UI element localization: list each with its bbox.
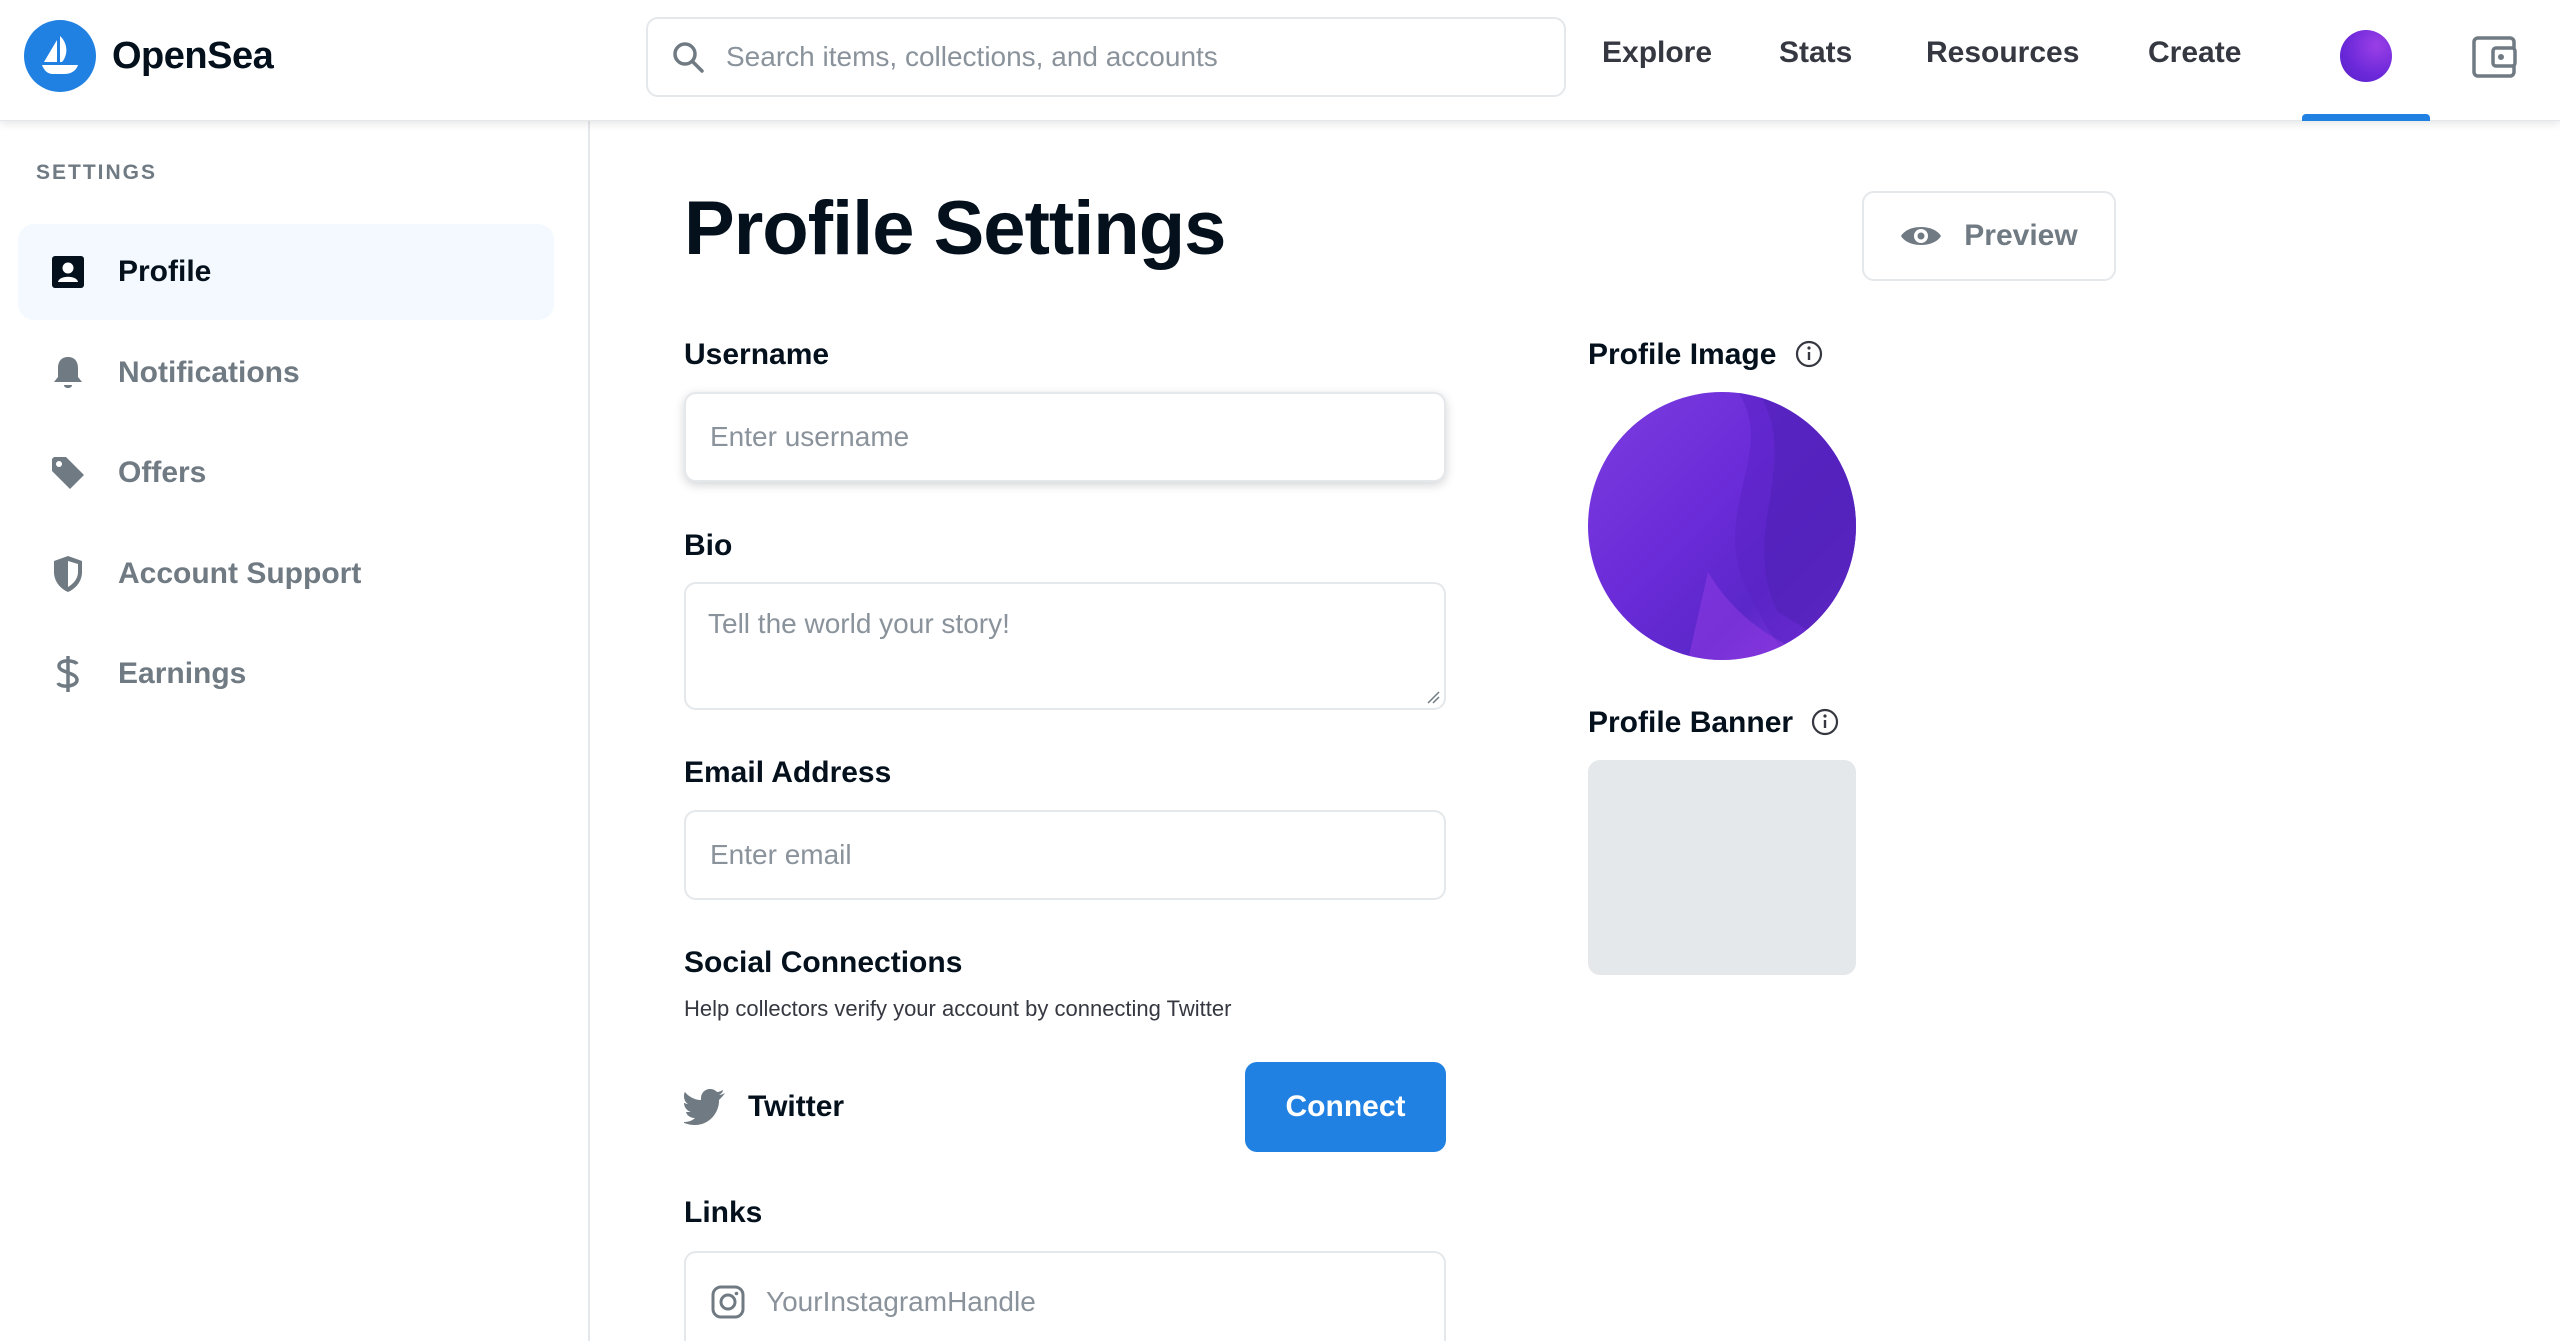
- resize-handle-icon[interactable]: [1426, 690, 1440, 704]
- page-title: Profile Settings: [684, 186, 1226, 271]
- opensea-logo[interactable]: OpenSea: [24, 20, 274, 92]
- links-label: Links: [684, 1196, 763, 1229]
- username-label: Username: [684, 338, 830, 371]
- profile-banner-label: Profile Banner: [1588, 706, 1839, 740]
- sidebar-item-account-support[interactable]: Account Support: [18, 526, 554, 622]
- top-navbar: OpenSea Explore Stats Resources Create: [0, 0, 2560, 121]
- nav-explore[interactable]: Explore: [1602, 36, 1712, 70]
- twitter-icon: [684, 1089, 726, 1125]
- search-icon: [668, 37, 708, 77]
- sidebar-item-notifications[interactable]: Notifications: [18, 325, 554, 421]
- sidebar-item-label: Notifications: [118, 356, 300, 389]
- profile-image-label: Profile Image: [1588, 338, 1823, 372]
- account-avatar[interactable]: [2340, 30, 2392, 82]
- social-connections-label: Social Connections: [684, 946, 963, 979]
- info-icon[interactable]: [1811, 708, 1839, 736]
- wallet-icon[interactable]: [2470, 32, 2520, 82]
- profile-banner-upload[interactable]: [1588, 760, 1856, 975]
- search-input[interactable]: [726, 41, 1546, 73]
- sidebar-item-offers[interactable]: Offers: [18, 425, 554, 521]
- email-input[interactable]: [710, 839, 1410, 871]
- bio-field[interactable]: [684, 582, 1446, 718]
- sidebar-item-label: Offers: [118, 456, 207, 489]
- twitter-connect-button[interactable]: Connect: [1245, 1062, 1446, 1152]
- eye-icon: [1900, 222, 1942, 250]
- shield-icon: [48, 554, 88, 594]
- sidebar-item-profile[interactable]: Profile: [18, 224, 554, 320]
- sidebar-item-label: Account Support: [118, 557, 362, 590]
- email-label: Email Address: [684, 756, 892, 789]
- preview-button[interactable]: Preview: [1862, 191, 2116, 281]
- instagram-input[interactable]: [766, 1286, 1406, 1318]
- nav-stats[interactable]: Stats: [1779, 36, 1852, 70]
- bio-label: Bio: [684, 529, 733, 562]
- bell-icon: [48, 353, 88, 393]
- settings-sidebar: SETTINGS Profile Notifications Offers Ac…: [0, 121, 590, 1341]
- search-bar[interactable]: [646, 17, 1566, 97]
- tag-icon: [48, 453, 88, 493]
- sidebar-item-label: Profile: [118, 255, 212, 288]
- username-input[interactable]: [710, 421, 1410, 453]
- profile-icon: [48, 252, 88, 292]
- username-field[interactable]: [684, 392, 1446, 482]
- email-field[interactable]: [684, 810, 1446, 900]
- active-nav-indicator: [2302, 114, 2430, 121]
- dollar-icon: [48, 654, 88, 694]
- sidebar-title: SETTINGS: [36, 161, 158, 184]
- profile-image-label-text: Profile Image: [1588, 338, 1777, 371]
- twitter-label: Twitter: [748, 1090, 845, 1123]
- preview-label: Preview: [1964, 219, 2078, 252]
- profile-image-upload[interactable]: [1588, 392, 1856, 660]
- brand-name: OpenSea: [112, 34, 274, 77]
- nav-resources[interactable]: Resources: [1926, 36, 2079, 70]
- info-icon[interactable]: [1795, 340, 1823, 368]
- social-help-text: Help collectors verify your account by c…: [684, 996, 1232, 1021]
- profile-banner-label-text: Profile Banner: [1588, 706, 1794, 739]
- opensea-boat-icon: [24, 20, 96, 92]
- sidebar-item-label: Earnings: [118, 657, 247, 690]
- profile-image-graphic: [1688, 392, 1856, 660]
- instagram-icon: [710, 1284, 746, 1320]
- sidebar-item-earnings[interactable]: Earnings: [18, 626, 554, 722]
- bio-textarea[interactable]: [708, 608, 1428, 718]
- instagram-link-field[interactable]: [684, 1251, 1446, 1341]
- nav-create[interactable]: Create: [2148, 36, 2241, 70]
